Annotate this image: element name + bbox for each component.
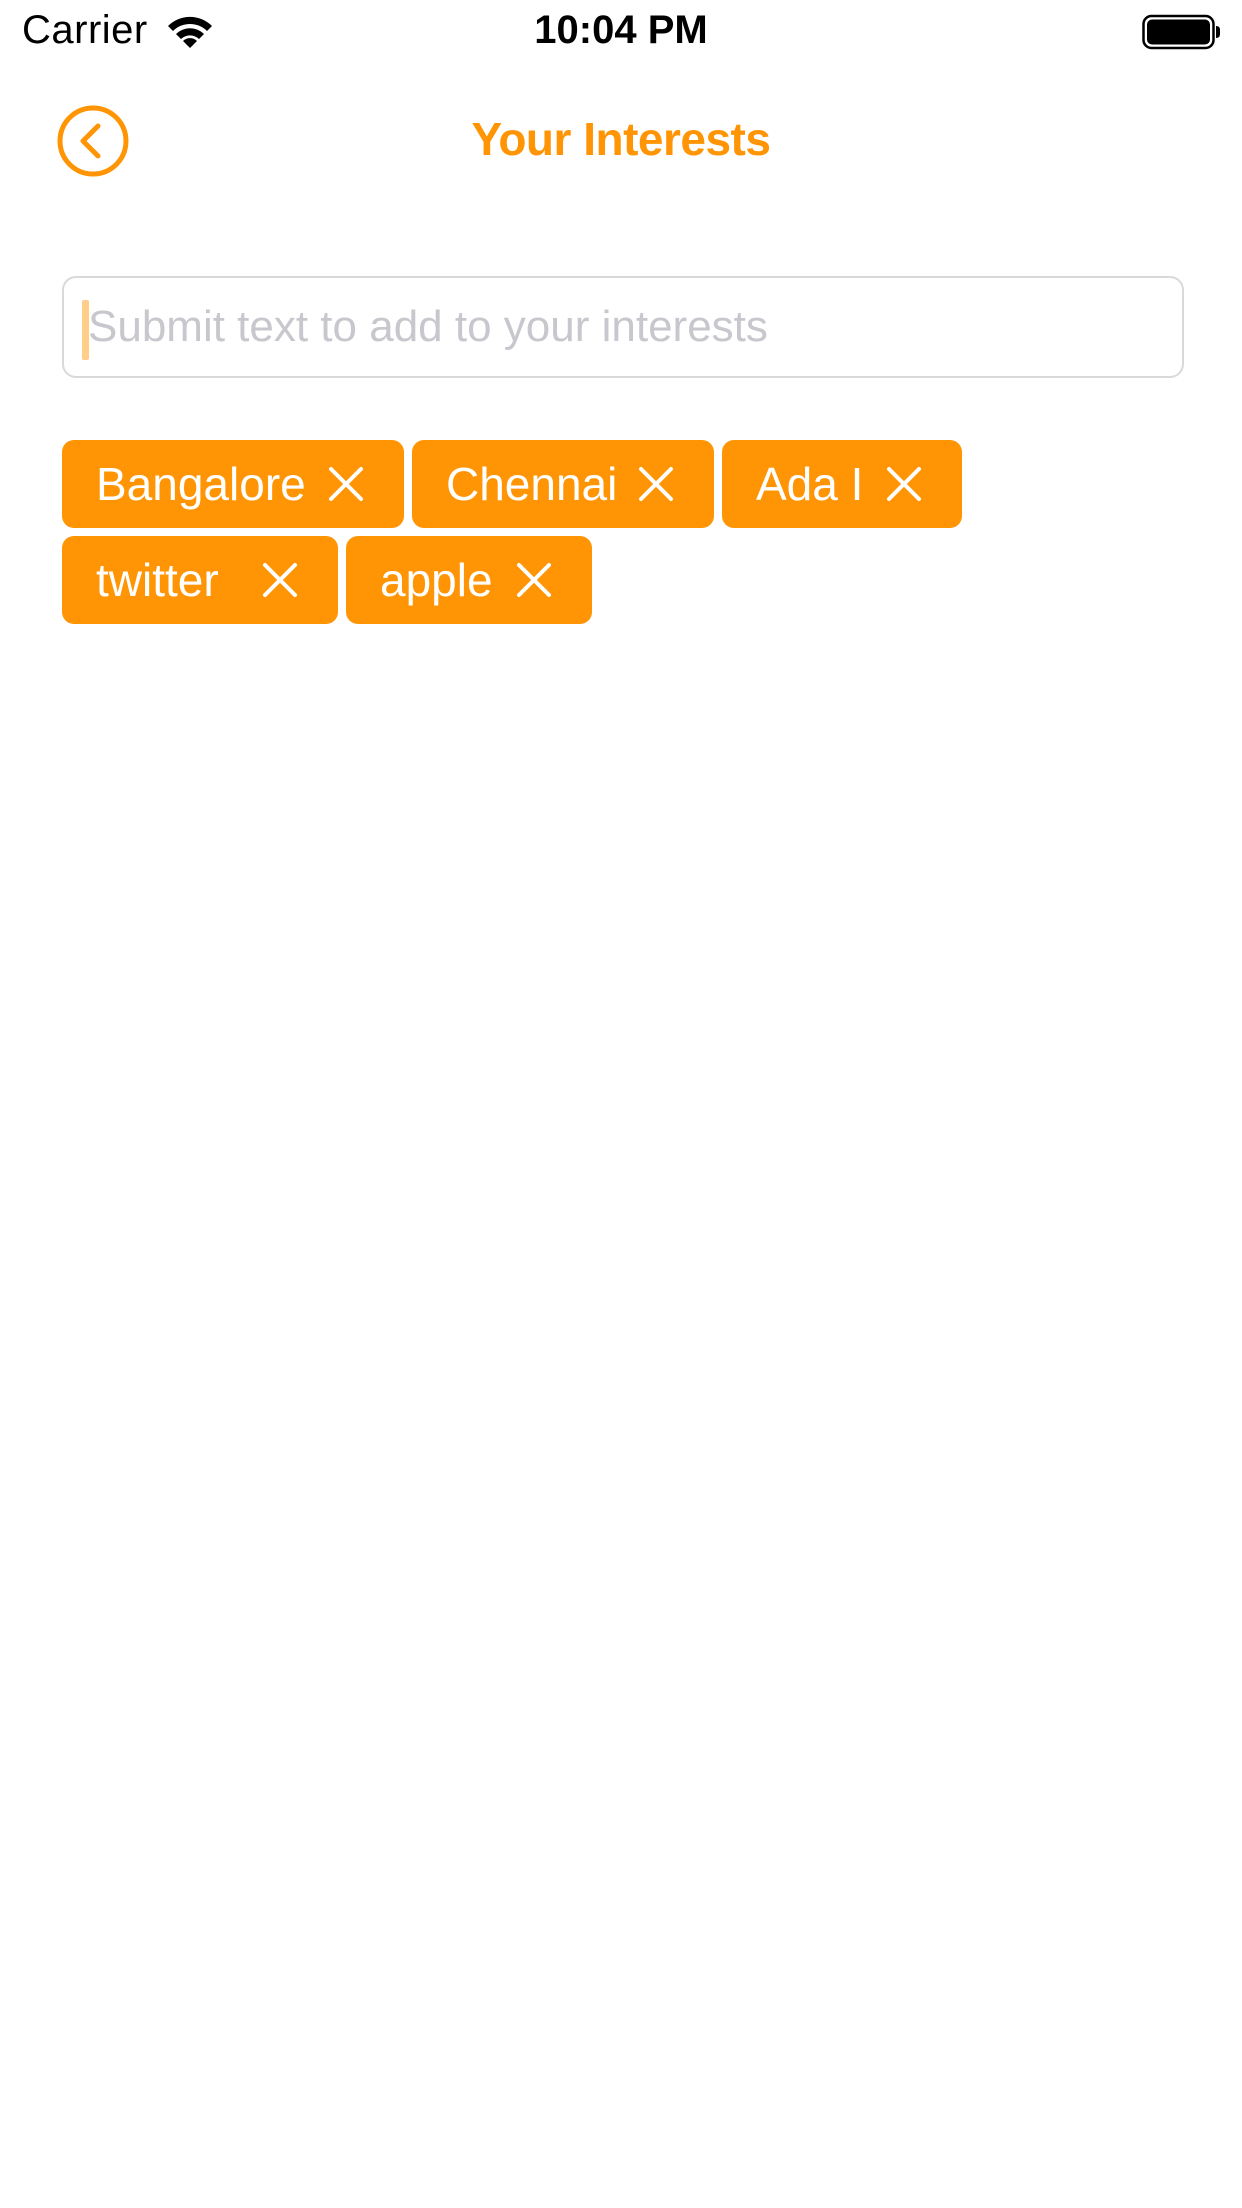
- tag-bangalore[interactable]: Bangalore: [62, 440, 404, 528]
- tag-label: twitter: [96, 554, 219, 606]
- close-icon[interactable]: [886, 466, 922, 502]
- tag-label: Chennai: [446, 458, 618, 510]
- status-bar: Carrier 10:04 PM: [0, 0, 1242, 66]
- tag-twitter[interactable]: twitter: [62, 536, 338, 624]
- battery-full-icon: [1142, 14, 1220, 50]
- tag-label: apple: [380, 554, 493, 606]
- tag-label: Bangalore: [96, 458, 306, 510]
- interest-input[interactable]: [62, 276, 1184, 378]
- text-cursor: [82, 300, 89, 360]
- close-icon[interactable]: [638, 466, 674, 502]
- tag-ada-i[interactable]: Ada I: [722, 440, 962, 528]
- tag-apple[interactable]: apple: [346, 536, 592, 624]
- tag-chennai[interactable]: Chennai: [412, 440, 714, 528]
- close-icon[interactable]: [262, 562, 298, 598]
- navigation-bar: Your Interests: [0, 66, 1242, 216]
- status-time: 10:04 PM: [534, 8, 708, 52]
- close-icon[interactable]: [516, 562, 552, 598]
- tag-label: Ada I: [756, 458, 864, 510]
- page-title: Your Interests: [471, 113, 771, 165]
- close-icon[interactable]: [328, 466, 364, 502]
